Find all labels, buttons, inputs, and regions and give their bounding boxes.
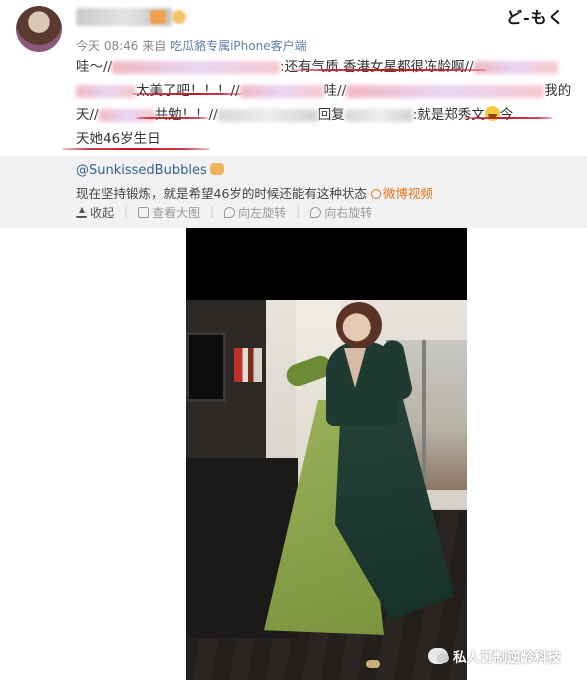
rotate-right-icon xyxy=(310,207,322,218)
post-line-3-start: 天// xyxy=(76,107,99,123)
post-text: 哇～//:还有气质 香港女星都很冻龄啊// 太美了吧！！！//哇//我的 天//… xyxy=(76,55,576,151)
hands-emoji-icon xyxy=(209,163,224,175)
rotate-right-button[interactable]: 向右旋转 xyxy=(310,204,372,221)
avatar[interactable] xyxy=(16,6,62,52)
view-large-button[interactable]: 查看大图 xyxy=(138,204,200,221)
watermark: 私人订制逆龄科技 xyxy=(428,646,561,666)
blurred-username xyxy=(98,108,155,122)
red-underline xyxy=(463,117,553,119)
level-badge-icon xyxy=(172,10,186,24)
view-large-label[interactable]: 查看大图 xyxy=(152,204,200,221)
woman-head xyxy=(336,302,382,348)
post-from-label: 来自 xyxy=(142,39,167,53)
red-underline xyxy=(62,148,210,150)
post-line-3-end: 今 xyxy=(499,107,514,123)
corner-logo: ど-もく xyxy=(506,8,565,27)
video-scene xyxy=(186,300,467,680)
zoom-icon xyxy=(138,207,150,218)
post-line-2-mid: 哇// xyxy=(323,83,347,99)
blurred-username xyxy=(217,108,318,122)
blurred-username xyxy=(239,84,324,98)
phrase-gongmian: 共勉！！ xyxy=(154,107,209,123)
post-meta: 今天 08:46 来自 吃瓜貉专属iPhone客户端 xyxy=(76,37,307,54)
watermark-text: 私人订制逆龄科技 xyxy=(453,650,561,666)
blurred-username xyxy=(473,60,558,74)
blurred-username xyxy=(344,108,413,122)
media-toolbar: 收起 | 查看大图 | 向左旋转 | 向右旋转 xyxy=(76,204,372,221)
post-line-3-mid: 回复 xyxy=(317,107,345,123)
post-line-3: 天//共勉！！//回复:就是郑秀文今 xyxy=(76,103,576,127)
repost-author-name[interactable]: @SunkissedBubbles xyxy=(76,163,207,178)
woman-shoe xyxy=(366,660,380,668)
scene-tv xyxy=(186,332,226,402)
post-line-2-sep: // xyxy=(230,83,240,99)
phrase-qizhi: 还有气质 xyxy=(284,59,339,75)
toolbar-divider: | xyxy=(210,204,215,218)
vip-badge-icon xyxy=(150,10,166,24)
phrase-zhengxiuwen: 就是郑秀文 xyxy=(417,107,485,123)
post-source[interactable]: 吃瓜貉专属iPhone客户端 xyxy=(170,39,307,53)
blurred-username xyxy=(346,84,545,98)
toolbar-divider: | xyxy=(296,204,301,218)
repost-text: 现在坚持锻炼，就是希望46岁的时候还能有这种状态 微博视频 xyxy=(76,183,433,202)
blurred-username xyxy=(76,84,136,98)
collapse-label[interactable]: 收起 xyxy=(90,204,114,221)
red-underline xyxy=(132,93,242,95)
post-line-1-end: // xyxy=(464,59,474,75)
post-line-1-start: 哇～// xyxy=(76,59,113,75)
toolbar-divider: | xyxy=(124,204,129,218)
post-line-1: 哇～//:还有气质 香港女星都很冻龄啊// xyxy=(76,55,576,79)
rotate-left-label[interactable]: 向左旋转 xyxy=(238,204,286,221)
repost-author[interactable]: @SunkissedBubbles xyxy=(76,163,224,178)
weibo-video-link[interactable]: 微博视频 xyxy=(370,186,433,201)
rotate-right-label[interactable]: 向右旋转 xyxy=(324,204,372,221)
red-underline xyxy=(136,117,208,119)
repost-text-body: 现在坚持锻炼，就是希望46岁的时候还能有这种状态 xyxy=(76,186,367,201)
blurred-username xyxy=(112,60,281,74)
weibo-video-label[interactable]: 微博视频 xyxy=(383,186,433,201)
post-time[interactable]: 今天 08:46 xyxy=(76,39,138,53)
red-underline xyxy=(291,69,487,71)
repost-block: @SunkissedBubbles 现在坚持锻炼，就是希望46岁的时候还能有这种… xyxy=(0,156,587,228)
scene-books xyxy=(234,348,262,382)
post-line-2-end: 我的 xyxy=(544,83,572,99)
rotate-left-icon xyxy=(224,207,236,218)
post-line-4-text: 天她46岁生日 xyxy=(76,131,161,147)
post-line-2: 太美了吧！！！// 哇// 我的 xyxy=(76,79,576,103)
video-icon xyxy=(370,189,381,199)
collapse-icon xyxy=(76,207,87,218)
phrase-taimei: 太美了吧！！！ xyxy=(136,83,231,99)
post-line-3-sep: // xyxy=(208,107,218,123)
rotate-left-button[interactable]: 向左旋转 xyxy=(224,204,286,221)
wechat-icon xyxy=(428,648,449,664)
video-player[interactable] xyxy=(186,228,467,680)
phrase-dongling: 香港女星都很冻龄啊 xyxy=(342,59,465,75)
collapse-button[interactable]: 收起 xyxy=(76,204,114,221)
